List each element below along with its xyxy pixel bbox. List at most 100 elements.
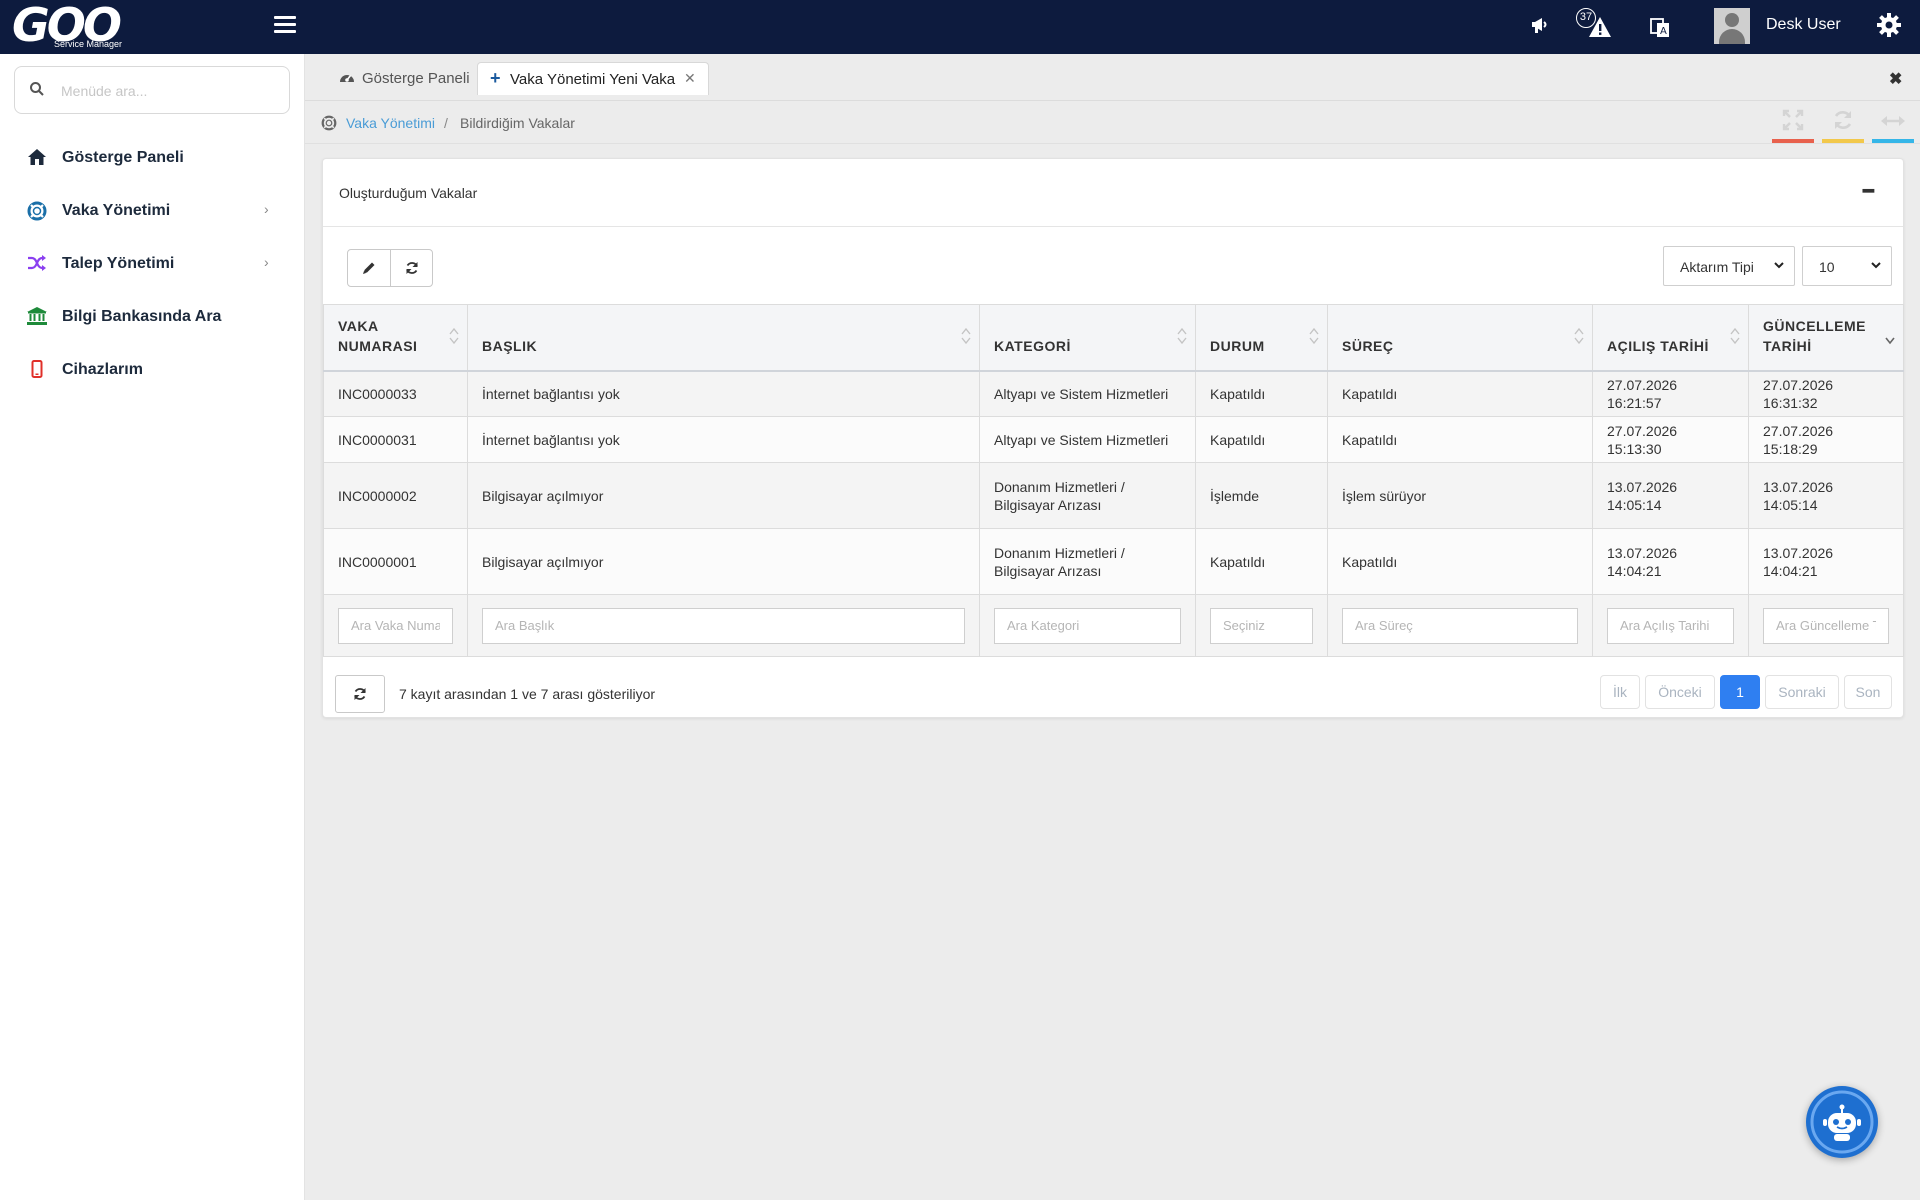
refresh-icon [405,262,418,274]
table-header-row: VAKA NUMARASI BAŞLIK KATEGORİ DURUM SÜRE… [323,304,1904,372]
cell-case-number: INC0000002 [323,462,468,529]
chevron-down-icon [1774,262,1784,269]
refresh-button[interactable] [390,250,432,286]
column-header-title[interactable]: BAŞLIK [467,304,980,372]
tab-bar: Gösterge Paneli + Vaka Yönetimi Yeni Vak… [305,54,1920,101]
logo[interactable]: GOO Service Manager [12,2,127,52]
page-size-select[interactable]: 10 [1802,246,1892,286]
cell-process: Kapatıldı [1327,416,1593,463]
user-name[interactable]: Desk User [1766,16,1841,34]
tab-close-icon[interactable]: ✕ [684,70,696,87]
sidebar-item-request-management[interactable]: Talep Yönetimi › [0,242,305,286]
filter-row [323,594,1904,657]
collapse-icon[interactable]: ━ [1863,181,1874,202]
cell-category: Altyapı ve Sistem Hizmetleri [979,370,1196,417]
user-avatar[interactable] [1714,8,1750,44]
cell-process: Kapatıldı [1327,370,1593,417]
lifebuoy-icon [321,115,337,131]
cell-process: Kapatıldı [1327,528,1593,595]
cell-status: Kapatıldı [1195,370,1328,417]
search-icon [30,82,44,96]
top-bar: GOO Service Manager 37 A Desk User [0,0,1920,54]
filter-process-input[interactable] [1342,607,1578,644]
cell-updated-date: 13.07.2026 14:05:14 [1748,462,1904,529]
bank-icon [26,307,48,327]
translate-icon[interactable]: A [1650,18,1670,44]
resize-button[interactable] [1872,109,1914,143]
filter-status-input[interactable] [1210,607,1313,644]
pager-prev-button[interactable]: Önceki [1645,675,1715,709]
sidebar-item-knowledge-base[interactable]: Bilgi Bankasında Ara [0,295,305,339]
export-type-select[interactable]: Aktarım Tipi [1663,246,1795,286]
expand-icon [1782,109,1804,131]
sort-icon [1309,327,1319,345]
close-all-tabs-icon[interactable]: ✖ [1889,69,1902,89]
chevron-right-icon: › [264,254,269,270]
filter-title-input[interactable] [482,607,965,644]
column-header-label: VAKA NUMARASI [338,317,418,354]
arrows-horizontal-icon [1881,116,1905,126]
column-header-label: GÜNCELLEME TARİHİ [1763,317,1866,354]
pager-last-button[interactable]: Son [1844,675,1892,709]
pencil-icon [363,262,375,274]
export-type-value: Aktarım Tipi [1680,259,1754,275]
warning-icon[interactable] [1588,16,1612,44]
filter-opened-date-input[interactable] [1607,607,1734,644]
filter-category-input[interactable] [994,607,1181,644]
filter-updated-date-input[interactable] [1763,607,1889,644]
logo-subtitle: Service Manager [54,39,123,49]
pager-next-button[interactable]: Sonraki [1765,675,1839,709]
cell-title: İnternet bağlantısı yok [467,416,980,463]
page-size-value: 10 [1819,259,1835,275]
cell-status: Kapatıldı [1195,528,1328,595]
sidebar-item-label: Talep Yönetimi [62,255,175,272]
column-header-category[interactable]: KATEGORİ [979,304,1196,372]
edit-button[interactable] [348,250,390,286]
tab-new-case[interactable]: + Vaka Yönetimi Yeni Vaka ✕ [477,62,709,95]
column-header-label: SÜREÇ [1342,337,1394,354]
shuffle-icon [26,254,48,274]
gear-icon[interactable] [1876,12,1902,42]
fullscreen-button[interactable] [1772,109,1814,143]
robot-icon [1810,1090,1874,1154]
reload-stripe [1822,139,1864,143]
fullscreen-stripe [1772,139,1814,143]
pager-page-button[interactable]: 1 [1720,675,1760,709]
sidebar-item-case-management[interactable]: Vaka Yönetimi › [0,189,305,233]
column-header-opened-date[interactable]: AÇILIŞ TARİHİ [1592,304,1749,372]
megaphone-icon[interactable] [1530,14,1552,42]
tab-label: Gösterge Paneli [362,70,470,87]
chevron-right-icon: › [264,201,269,217]
column-header-label: DURUM [1210,337,1265,354]
menu-search-input[interactable] [61,79,281,103]
mobile-icon [26,360,48,380]
pager-first-button[interactable]: İlk [1600,675,1640,709]
table-row[interactable]: INC0000033 İnternet bağlantısı yok Altya… [323,370,1904,417]
cell-title: İnternet bağlantısı yok [467,370,980,417]
chatbot-button[interactable] [1806,1086,1878,1158]
column-header-process[interactable]: SÜREÇ [1327,304,1593,372]
menu-search [14,66,290,114]
filter-case-number-input[interactable] [338,607,453,644]
column-header-updated-date[interactable]: GÜNCELLEME TARİHİ [1748,304,1904,372]
table-row[interactable]: INC0000031 İnternet bağlantısı yok Altya… [323,416,1904,463]
cell-updated-date: 27.07.2026 16:31:32 [1748,370,1904,417]
resize-stripe [1872,139,1914,143]
table-refresh-button[interactable] [335,675,385,713]
cell-status: Kapatıldı [1195,416,1328,463]
sidebar-item-dashboard[interactable]: Gösterge Paneli [0,136,305,180]
breadcrumb-link[interactable]: Vaka Yönetimi [346,115,435,131]
sidebar-item-my-devices[interactable]: Cihazlarım [0,348,305,392]
cell-updated-date: 27.07.2026 15:18:29 [1748,416,1904,463]
column-header-label: BAŞLIK [482,337,538,354]
svg-text:A: A [1660,26,1667,37]
column-header-status[interactable]: DURUM [1195,304,1328,372]
hamburger-menu-icon[interactable] [274,16,296,34]
table-row[interactable]: INC0000001 Bilgisayar açılmıyor Donanım … [323,528,1904,595]
cell-status: İşlemde [1195,462,1328,529]
cell-category: Donanım Hizmetleri / Bilgisayar Arızası [979,528,1196,595]
column-header-case-number[interactable]: VAKA NUMARASI [323,304,468,372]
reload-button[interactable] [1822,109,1864,143]
table-row[interactable]: INC0000002 Bilgisayar açılmıyor Donanım … [323,462,1904,529]
refresh-icon [1834,111,1852,129]
